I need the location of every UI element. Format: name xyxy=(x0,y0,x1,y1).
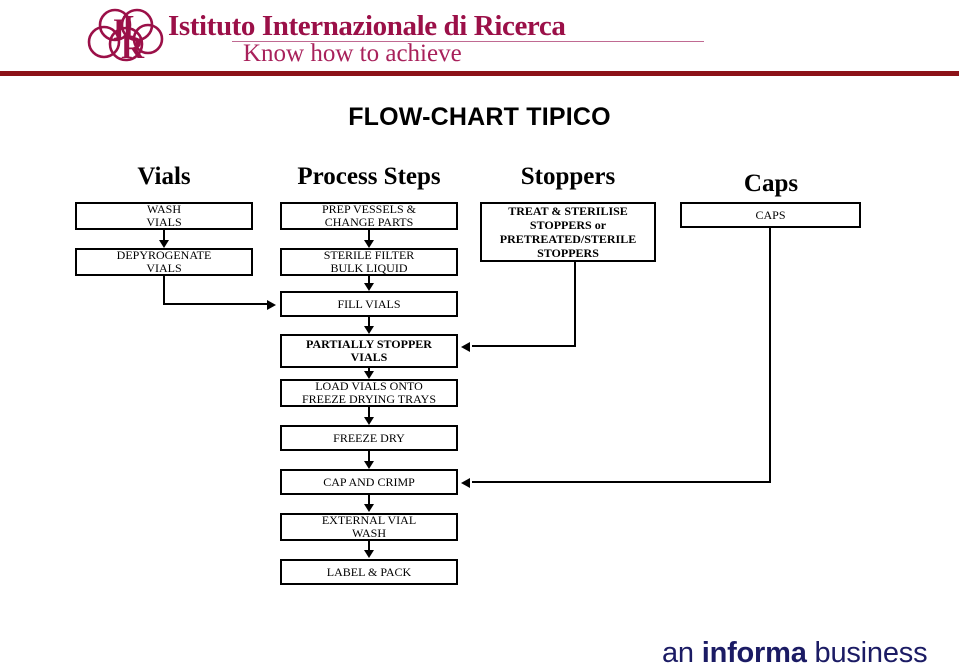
box-freeze-dry: FREEZE DRY xyxy=(280,425,458,451)
page-title: FLOW-CHART TIPICO xyxy=(348,103,611,131)
box-sterile-filter: STERILE FILTER BULK LIQUID xyxy=(280,248,458,276)
box-partially-stopper-vials: PARTIALLY STOPPER VIALS xyxy=(280,334,458,368)
iir-monogram-svg: I I R xyxy=(87,8,164,65)
box-label-and-pack: LABEL & PACK xyxy=(280,559,458,585)
brand-tagline: Know how to achieve xyxy=(243,40,462,67)
connector-caps-to-cap-and-crimp xyxy=(472,481,771,483)
footer-prefix: an xyxy=(662,637,702,669)
box-treat-and-sterilise-stoppers: TREAT & STERILISE STOPPERS or PRETREATED/S… xyxy=(480,202,656,262)
box-prep-vessels: PREP VESSELS & CHANGE PARTS xyxy=(280,202,458,230)
arrowhead-partially-stopper-to-load xyxy=(364,371,374,379)
arrowhead-cap-crimp-to-external-wash xyxy=(364,504,374,512)
arrowhead-stoppers-to-partially-stopper xyxy=(461,342,470,352)
connector-stoppers-drop xyxy=(574,262,576,347)
arrowhead-load-to-freeze-dry xyxy=(364,417,374,425)
connector-depyrogenate-drop xyxy=(163,276,165,305)
box-fill-vials: FILL VIALS xyxy=(280,291,458,317)
connector-stoppers-to-partially-stopper xyxy=(472,345,576,347)
box-wash-vials: WASH VIALS xyxy=(75,202,253,230)
header-divider-rule xyxy=(0,71,959,76)
column-header-process-steps: Process Steps xyxy=(297,163,441,190)
column-header-stoppers: Stoppers xyxy=(520,163,616,190)
connector-depyrogenate-to-fill xyxy=(163,303,267,305)
box-load-vials-onto-trays: LOAD VIALS ONTO FREEZE DRYING TRAYS xyxy=(280,379,458,407)
svg-text:R: R xyxy=(121,29,145,65)
footer-suffix: business xyxy=(806,637,928,669)
arrowhead-fill-to-partially-stopper xyxy=(364,326,374,334)
box-caps: CAPS xyxy=(680,202,861,228)
brand-header: I I R Istituto Internazionale di Ricerca… xyxy=(0,0,959,78)
iir-monogram-logo: I I R xyxy=(85,6,171,68)
column-header-vials: Vials xyxy=(137,163,191,190)
box-external-vial-wash: EXTERNAL VIAL WASH xyxy=(280,513,458,541)
brand-title: Istituto Internazionale di Ricerca xyxy=(168,10,566,42)
footer-informa-brand: an informa business xyxy=(662,637,928,670)
arrowhead-depyrogenate-to-fill xyxy=(267,300,276,310)
arrowhead-freeze-dry-to-cap-crimp xyxy=(364,461,374,469)
slide-canvas: I I R Istituto Internazionale di Ricerca… xyxy=(0,0,959,671)
arrowhead-sterile-filter-to-fill xyxy=(364,283,374,291)
box-depyrogenate-vials: DEPYROGENATE VIALS xyxy=(75,248,253,276)
box-cap-and-crimp: CAP AND CRIMP xyxy=(280,469,458,495)
connector-caps-drop xyxy=(769,228,771,483)
arrowhead-external-wash-to-label-pack xyxy=(364,550,374,558)
arrowhead-prep-to-sterile-filter xyxy=(364,240,374,248)
arrowhead-wash-to-depyrogenate xyxy=(159,240,169,248)
arrowhead-caps-to-cap-and-crimp xyxy=(461,478,470,488)
column-header-caps: Caps xyxy=(743,170,799,197)
footer-brand-word: informa xyxy=(701,637,807,669)
